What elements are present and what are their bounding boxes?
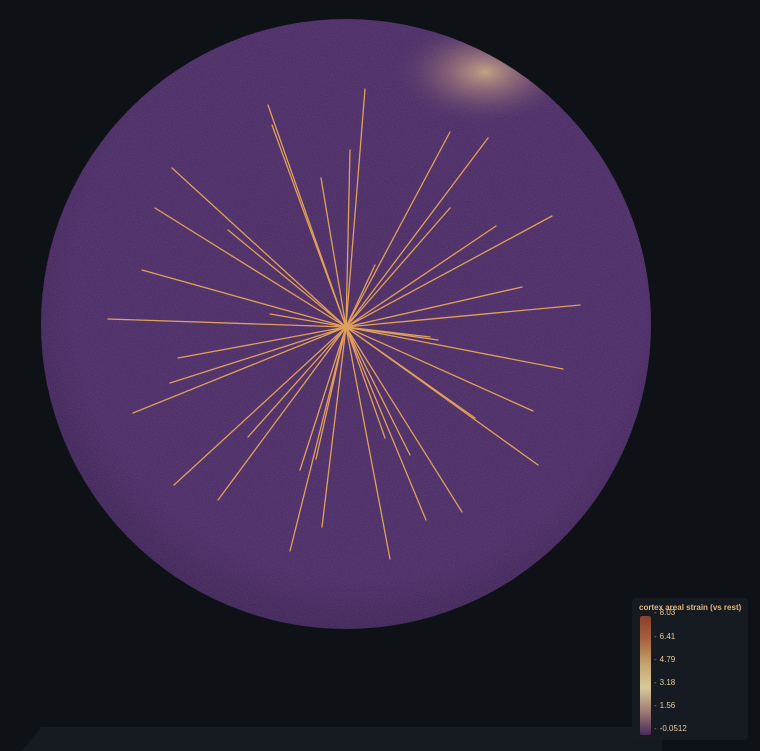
color-legend: cortex areal strain (vs rest) 8.03 6.41 … (632, 598, 748, 740)
legend-tick: -0.0512 (654, 724, 687, 734)
legend-tick: 8.03 (654, 608, 676, 618)
legend-tick: 1.56 (654, 701, 676, 711)
legend-tick: 4.79 (654, 655, 676, 665)
colorbar (640, 616, 651, 735)
legend-tick: 6.41 (654, 632, 676, 642)
legend-tick: 3.18 (654, 678, 676, 688)
ground-plane (22, 727, 662, 751)
